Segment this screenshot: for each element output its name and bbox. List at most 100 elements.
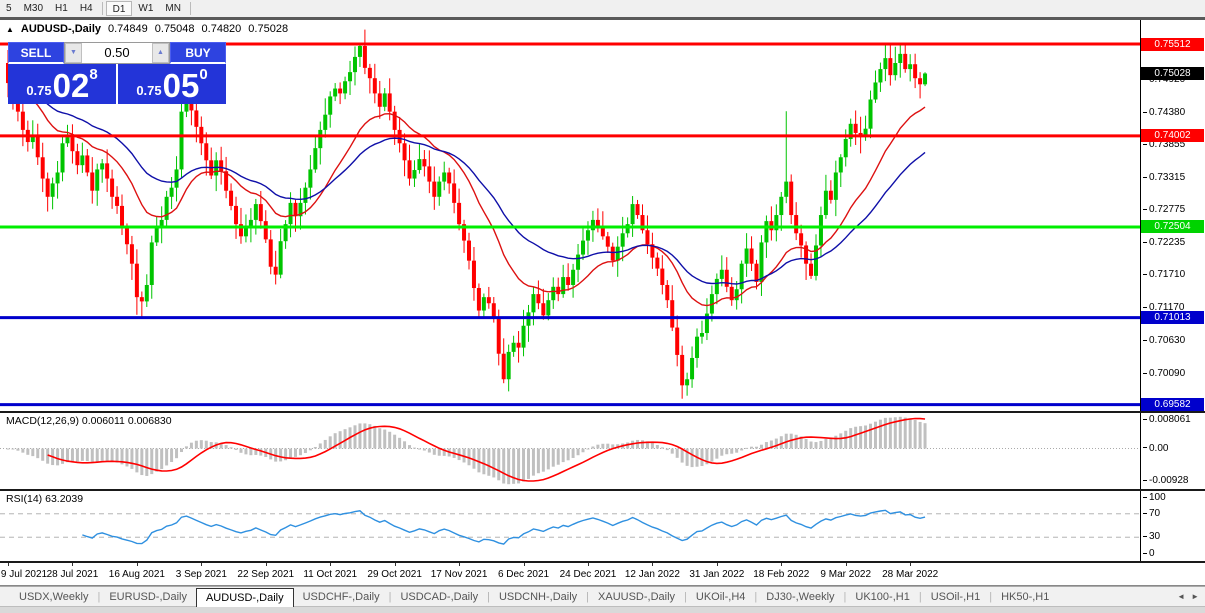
collapse-icon[interactable]: ▲ (6, 25, 14, 34)
candle-body (779, 197, 783, 215)
volume-decrease-button[interactable]: ▼ (65, 43, 82, 63)
candle-body (720, 270, 724, 279)
macd-histogram-bar (859, 426, 862, 448)
price-badge: 0.75028 (1141, 67, 1204, 80)
volume-field[interactable]: 0.50 (82, 43, 152, 63)
macd-histogram-bar (691, 449, 694, 468)
candle-body (551, 287, 555, 300)
sell-button[interactable]: SELL (8, 42, 64, 64)
timeframe-toolbar: 5M30H1H4 D1W1MN (0, 0, 1205, 17)
candle-body (170, 188, 174, 197)
macd-histogram-bar (160, 449, 163, 469)
toolbar-separator (190, 2, 191, 15)
timeframe-button-w1[interactable]: W1 (132, 1, 159, 16)
macd-histogram-bar (735, 449, 738, 453)
candle-body (51, 183, 55, 196)
macd-histogram-bar (666, 449, 669, 451)
macd-histogram-bar (606, 444, 609, 449)
tab-scroll-right-icon[interactable]: ► (1191, 592, 1199, 601)
tab-usdx-weekly[interactable]: USDX,Weekly (10, 590, 97, 604)
candle-body (571, 270, 575, 285)
timeframe-button-d1[interactable]: D1 (106, 1, 133, 16)
macd-histogram-bar (814, 442, 817, 448)
rsi-chart[interactable] (0, 491, 1140, 561)
candle-body (740, 264, 744, 290)
candle-body (531, 294, 535, 312)
candle-body (353, 57, 357, 72)
candle-body (685, 379, 689, 385)
date-tick-mark (266, 563, 267, 566)
tab-ukoil-h4[interactable]: UKOil-,H4 (687, 590, 755, 604)
date-tick-mark (846, 563, 847, 566)
timeframe-button-5[interactable]: 5 (0, 1, 18, 16)
tab-uk100-h1[interactable]: UK100-,H1 (846, 590, 918, 604)
candle-body (497, 318, 501, 353)
price-axis-tick: 0.70630 (1143, 335, 1185, 346)
timeframe-button-mn[interactable]: MN (159, 1, 187, 16)
macd-histogram-bar (363, 423, 366, 448)
candle-body (145, 285, 149, 301)
macd-histogram-bar (824, 439, 827, 449)
candle-body (412, 170, 416, 179)
candle-body (913, 64, 917, 78)
candle-body (715, 279, 719, 294)
macd-histogram-bar (507, 449, 510, 485)
candle-body (918, 78, 922, 84)
volume-increase-button[interactable]: ▲ (152, 43, 169, 63)
candle-body (75, 151, 79, 165)
macd-histogram-bar (810, 442, 813, 449)
macd-histogram-bar (7, 449, 10, 450)
macd-histogram-bar (150, 449, 153, 475)
candle-body (631, 204, 635, 224)
date-tick-mark (781, 563, 782, 566)
macd-histogram-bar (304, 449, 307, 453)
candle-body (229, 191, 233, 206)
ohlc-high: 0.75048 (155, 23, 195, 35)
date-tick-mark (8, 563, 9, 566)
macd-histogram-bar (874, 422, 877, 449)
candle-body (517, 343, 521, 348)
tab-usdchf-daily[interactable]: USDCHF-,Daily (294, 590, 389, 604)
sell-price-box[interactable]: 0.75 02 8 (8, 64, 116, 104)
candle-body (442, 172, 446, 181)
candle-body (194, 110, 198, 126)
macd-histogram-bar (96, 449, 99, 462)
macd-histogram-bar (373, 426, 376, 449)
ohlc-open: 0.74849 (108, 23, 148, 35)
candle-body (482, 297, 486, 310)
date-label: 28 Jul 2021 (47, 569, 99, 580)
macd-histogram-bar (11, 449, 14, 450)
macd-histogram-bar (547, 449, 550, 470)
candle-body (318, 130, 322, 148)
candle-body (274, 267, 278, 275)
candle-body (546, 300, 550, 315)
buy-button[interactable]: BUY (170, 42, 226, 64)
tab-eurusd-daily[interactable]: EURUSD-,Daily (100, 590, 196, 604)
tab-usdcnh-daily[interactable]: USDCNH-,Daily (490, 590, 586, 604)
candle-body (467, 241, 471, 261)
tab-audusd-daily[interactable]: AUDUSD-,Daily (196, 588, 294, 607)
tab-hk50-h1[interactable]: HK50-,H1 (992, 590, 1058, 604)
candle-body (343, 81, 347, 93)
candle-body (383, 93, 387, 106)
candle-body (363, 46, 367, 68)
tab-scroll-left-icon[interactable]: ◄ (1177, 592, 1185, 601)
tab-usoil-h1[interactable]: USOil-,H1 (922, 590, 990, 604)
date-label: 24 Dec 2021 (560, 569, 617, 580)
macd-histogram-bar (324, 440, 327, 449)
timeframe-button-m30[interactable]: M30 (18, 1, 49, 16)
macd-histogram-bar (700, 449, 703, 466)
tab-xauusd-daily[interactable]: XAUUSD-,Daily (589, 590, 684, 604)
macd-histogram-bar (353, 425, 356, 448)
candle-body (665, 285, 669, 300)
candle-body (645, 230, 649, 244)
timeframe-button-h4[interactable]: H4 (74, 1, 99, 16)
candle-body (219, 160, 223, 171)
candle-body (873, 82, 877, 99)
tab-dj30-weekly[interactable]: DJ30-,Weekly (757, 590, 843, 604)
timeframe-button-h1[interactable]: H1 (49, 1, 74, 16)
buy-price-box[interactable]: 0.75 05 0 (118, 64, 226, 104)
tab-usdcad-daily[interactable]: USDCAD-,Daily (391, 590, 487, 604)
candle-body (764, 221, 768, 242)
macd-histogram-bar (869, 424, 872, 449)
